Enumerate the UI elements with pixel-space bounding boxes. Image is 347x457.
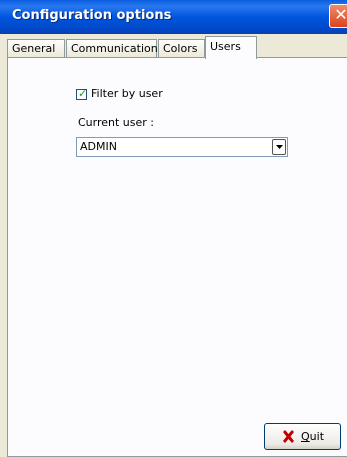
quit-mnemonic: Q [301, 430, 310, 443]
current-user-label: Current user : [78, 116, 155, 129]
title-bar[interactable]: Configuration options ✕ [0, 0, 347, 34]
filter-by-user-label[interactable]: Filter by user [91, 87, 163, 100]
close-icon: ✕ [334, 5, 347, 24]
current-user-value: ADMIN [80, 140, 117, 153]
chevron-down-icon [276, 145, 283, 149]
x-mark-icon [283, 430, 294, 443]
quit-label: Quit [301, 430, 324, 443]
checkmark-icon: ✓ [78, 87, 88, 100]
tab-communication[interactable]: Communication [66, 39, 158, 57]
close-button[interactable]: ✕ [329, 4, 347, 28]
quit-label-rest: uit [309, 430, 325, 443]
tab-strip: General Communication Colors Users [7, 36, 347, 59]
configuration-window: Configuration options ✕ General Communic… [0, 0, 347, 457]
current-user-select[interactable]: ADMIN [76, 137, 288, 157]
tab-users[interactable]: Users [205, 36, 257, 59]
tab-general[interactable]: General [7, 39, 65, 57]
tab-colors[interactable]: Colors [158, 39, 205, 57]
quit-button[interactable]: Quit [264, 423, 341, 450]
filter-by-user-checkbox[interactable]: ✓ [76, 87, 88, 100]
dropdown-button[interactable] [272, 139, 286, 155]
window-title: Configuration options [12, 8, 172, 23]
users-panel [7, 57, 347, 457]
